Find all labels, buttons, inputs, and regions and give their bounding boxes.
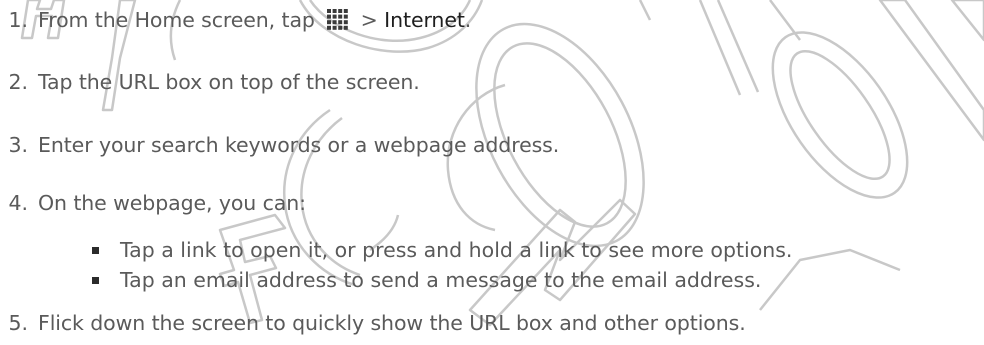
step-5: 5. Flick down the screen to quickly show… xyxy=(0,309,746,337)
step-2: 2. Tap the URL box on top of the screen. xyxy=(0,68,420,96)
step-text: Flick down the screen to quickly show th… xyxy=(38,311,746,335)
step-number: 4. xyxy=(8,191,28,215)
sub-item-text: Tap an email address to send a message t… xyxy=(120,268,762,292)
step-text-prefix: From the Home screen, tap xyxy=(38,8,315,32)
step-text: Tap the URL box on top of the screen. xyxy=(38,70,420,94)
step-3: 3. Enter your search keywords or a webpa… xyxy=(0,131,559,159)
sub-item-1: Tap a link to open it, or press and hold… xyxy=(92,236,792,264)
step-number: 1. xyxy=(8,8,28,32)
step-text: On the webpage, you can: xyxy=(38,191,306,215)
step-number: 3. xyxy=(8,133,28,157)
square-bullet-icon xyxy=(92,246,99,254)
square-bullet-icon xyxy=(92,276,99,284)
step-4: 4. On the webpage, you can: xyxy=(0,189,306,217)
step-1: 1. From the Home screen, tap > Internet. xyxy=(0,6,471,34)
step-text: From the Home screen, tap > Internet. xyxy=(38,6,471,34)
internet-label: Internet xyxy=(384,8,465,32)
sub-item-text: Tap a link to open it, or press and hold… xyxy=(120,238,793,262)
apps-grid-icon xyxy=(327,9,349,30)
sub-item-2: Tap an email address to send a message t… xyxy=(92,266,761,294)
instruction-page: 1. From the Home screen, tap > Internet.… xyxy=(0,0,984,345)
step-number: 2. xyxy=(8,70,28,94)
step-text: Enter your search keywords or a webpage … xyxy=(38,133,560,157)
step-suffix: . xyxy=(464,8,472,32)
step-separator: > xyxy=(360,8,378,32)
step-number: 5. xyxy=(8,311,28,335)
